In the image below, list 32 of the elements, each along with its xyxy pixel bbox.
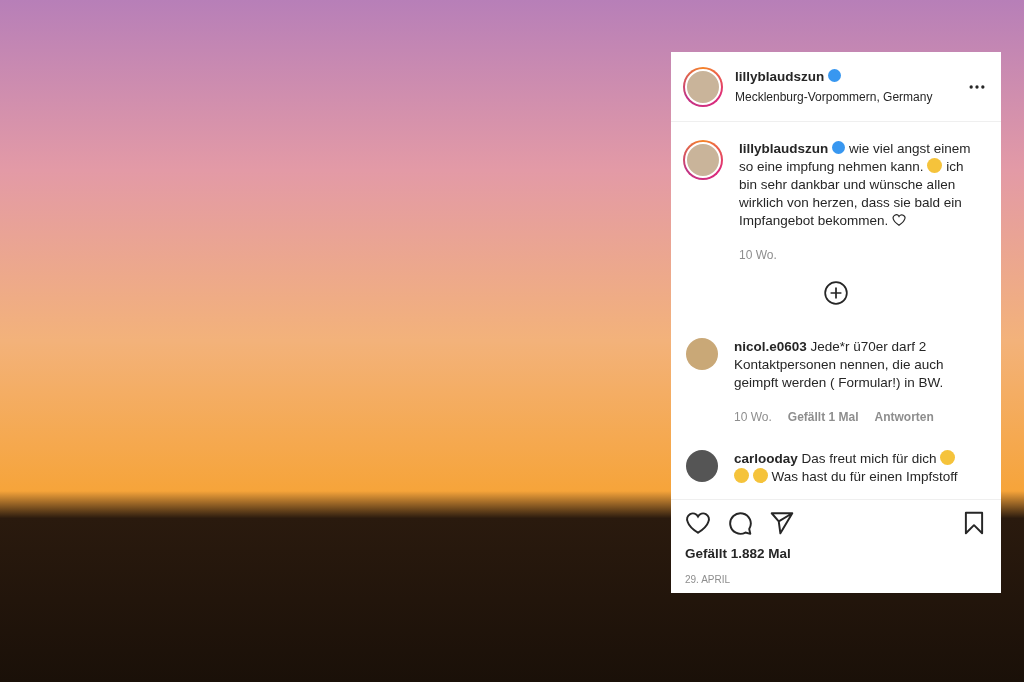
comment-text: geimpft werden ( Formular!) in BW.: [734, 375, 944, 390]
heart-icon[interactable]: [892, 213, 907, 227]
comment-text: ich: [946, 159, 964, 174]
location-link[interactable]: Mecklenburg-Vorpommern, Germany: [735, 87, 959, 106]
comment-text: Kontaktpersonen nennen, die auch: [734, 357, 944, 372]
comment-text: bin sehr dankbar und wünsche allen: [739, 177, 956, 192]
comment-text: Jede*r ü70er darf 2: [810, 339, 927, 354]
comment-text: wirklich von herzen, dass sie bald ein: [739, 195, 962, 210]
emoji-icon: [927, 158, 943, 173]
emoji-icon: [734, 468, 749, 483]
comment-text: Was hast du für einen Impfstoff: [771, 469, 958, 484]
comment-text: so eine impfung nehmen kann.: [739, 159, 924, 174]
send-icon[interactable]: [769, 510, 795, 536]
avatar-icon[interactable]: [683, 140, 723, 180]
username-link[interactable]: carlooday: [734, 451, 798, 466]
username-link[interactable]: lillyblaudszun: [739, 141, 829, 156]
comment-text: Impfangebot bekommen.: [739, 213, 889, 228]
likes-count[interactable]: Gefällt 1.882 Mal: [685, 544, 987, 565]
username-link[interactable]: nicol.e0603: [734, 339, 807, 354]
comment-text: wie viel angst einem: [849, 141, 971, 156]
emoji-icon: [752, 468, 768, 483]
heart-icon[interactable]: [685, 510, 711, 536]
post-time: 10 Wo.: [739, 247, 778, 264]
avatar-icon[interactable]: [686, 450, 718, 482]
username-link[interactable]: lillyblaudszun: [735, 69, 825, 85]
comment-time: 10 Wo.: [734, 409, 772, 426]
plus-circle-icon[interactable]: [823, 280, 849, 306]
emoji-icon: [940, 450, 956, 465]
comment-icon[interactable]: [727, 510, 753, 536]
post-date: 29. APRIL: [685, 573, 732, 588]
comment-text: Das freut mich für dich: [801, 451, 937, 466]
avatar-icon[interactable]: [683, 66, 723, 107]
